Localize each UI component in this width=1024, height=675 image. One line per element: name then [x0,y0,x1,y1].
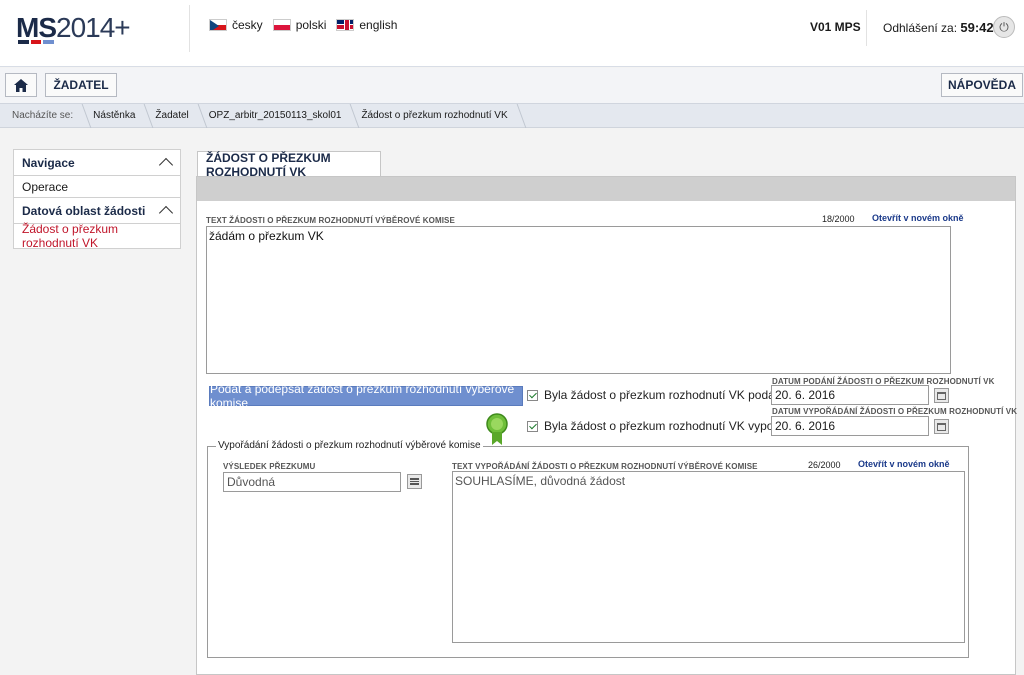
chevron-up-icon [160,205,172,217]
resolution-text-caption: TEXT VYPOŘÁDÁNÍ ŽÁDOSTI O PŘEZKUM ROZHOD… [452,462,758,471]
logout-button[interactable]: ⏻ [993,16,1015,38]
sidebar-item-operace[interactable]: Operace [14,176,180,198]
logo-bold-text: MS [16,12,57,43]
breadcrumb: Nacházíte se: Nástěnka Žadatel OPZ_arbit… [0,104,1024,128]
panel-header-bar [197,177,1015,201]
submit-sign-request-button[interactable]: Podat a podepsat žádost o přezkum rozhod… [209,382,523,410]
tab-zadost-prezkum[interactable]: ŽÁDOST O PŘEZKUM ROZHODNUTÍ VK [197,151,381,179]
list-icon [410,478,419,480]
resolution-text-area[interactable]: SOUHLASÍME, důvodná žádost [452,471,965,643]
sidebar-data-title: Datová oblast žádosti [22,203,146,218]
navigation-sidebar: Navigace Operace Datová oblast žádosti Ž… [13,149,181,250]
open-new-window-link[interactable]: Otevřít v novém okně [872,213,964,223]
result-caption: VÝSLEDEK PŘEZKUMU [223,462,316,471]
calendar-icon [937,391,946,400]
cz-flag-icon [209,19,227,31]
request-text-caption: TEXT ŽÁDOSTI O PŘEZKUM ROZHODNUTÍ VÝBĚRO… [206,216,455,225]
resolution-text-counter: 26/2000 [808,460,841,470]
submitted-checkbox[interactable] [527,389,538,401]
language-switcher: česky polski english [209,18,397,32]
language-english[interactable]: english [336,18,397,32]
language-polski[interactable]: polski [272,18,327,32]
sidebar-item-zadost-prezkum[interactable]: Žádost o přezkum rozhodnutí VK [14,222,180,250]
logo-rest-text: 2014+ [56,12,131,43]
resolution-fieldset-legend: Vypořádání žádosti o přezkum rozhodnutí … [216,440,483,451]
home-button[interactable] [5,73,37,97]
sidebar-data-header[interactable]: Datová oblast žádosti [14,198,180,224]
app-header: MS2014+ česky polski english V01 MPS Odh… [0,0,1024,67]
power-icon: ⏻ [999,19,1009,34]
resolved-checkbox[interactable] [527,420,538,432]
resolve-date-caption: DATUM VYPOŘÁDÁNÍ ŽÁDOSTI O PŘEZKUM ROZHO… [772,407,1018,416]
uk-flag-icon [336,19,355,31]
request-text-counter: 18/2000 [822,214,855,224]
toolbar: ŽADATEL NÁPOVĚDA [0,68,1024,104]
result-input[interactable]: Důvodná [223,472,401,492]
resolve-date-calendar-button[interactable] [934,419,949,434]
logout-time: 59:42 [960,20,994,35]
calendar-icon [937,422,946,431]
sidebar-nav-header[interactable]: Navigace [14,150,180,176]
help-button[interactable]: NÁPOVĚDA [941,73,1023,97]
result-select-button[interactable] [407,474,422,489]
logout-timer: Odhlášení za: 59:42 [883,20,994,35]
certificate-badge-icon [486,413,508,445]
request-text-area[interactable]: žádám o přezkum VK [206,226,951,374]
submit-date-calendar-button[interactable] [934,388,949,403]
language-cesky[interactable]: česky [209,18,263,32]
submit-date-input[interactable]: 20. 6. 2016 [771,385,929,405]
resolution-open-new-window-link[interactable]: Otevřít v novém okně [858,459,950,469]
user-name: V01 MPS [810,20,861,34]
breadcrumb-item-project[interactable]: OPZ_arbitr_20150113_skol01 [199,104,352,128]
home-icon [14,78,28,92]
zadatel-button[interactable]: ŽADATEL [45,73,117,97]
logo-color-bars [18,40,55,44]
language-label: polski [295,18,327,32]
breadcrumb-item-zadatel[interactable]: Žadatel [145,104,198,128]
submitted-question: Byla žádost o přezkum rozhodnutí VK podá… [544,388,795,402]
sidebar-nav-title: Navigace [22,155,75,170]
submitted-check: Byla žádost o přezkum rozhodnutí VK podá… [527,388,795,402]
header-divider [866,10,867,46]
pl-flag-icon [272,19,291,31]
chevron-up-icon [160,157,172,169]
resolve-date-input[interactable]: 20. 6. 2016 [771,416,929,436]
breadcrumb-item-nastenka[interactable]: Nástěnka [83,104,145,128]
language-label: česky [232,18,263,32]
header-divider [189,5,190,52]
logout-label: Odhlášení za: [883,21,958,35]
breadcrumb-label: Nacházíte se: [0,104,83,128]
language-label: english [359,18,398,32]
breadcrumb-item-current: Žádost o přezkum rozhodnutí VK [351,104,517,128]
